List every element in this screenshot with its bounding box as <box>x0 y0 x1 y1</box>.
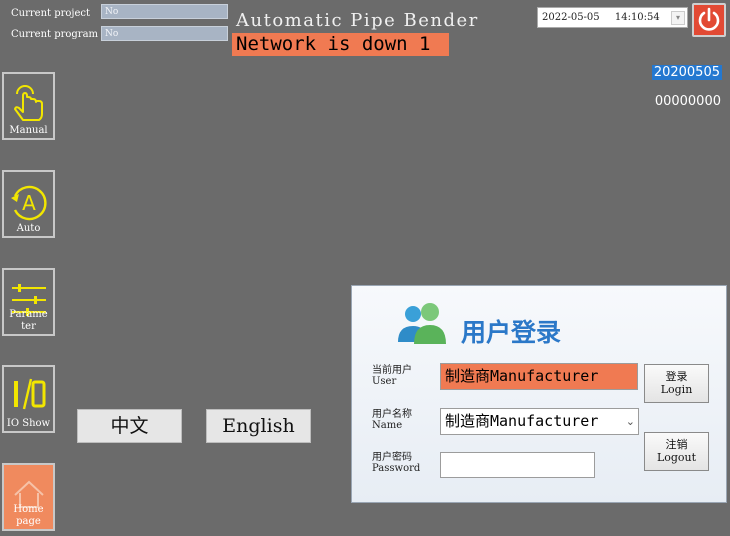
auto-a-icon: A <box>10 185 47 221</box>
nav-manual-button[interactable]: Manual <box>2 72 55 140</box>
current-project-field: No <box>101 4 228 19</box>
user-name-selected: 制造商Manufacturer <box>445 412 599 430</box>
current-user-field: 制造商Manufacturer <box>440 363 638 390</box>
nav-parameter-label: Parame ter <box>4 309 53 333</box>
current-user-label: 当前用户 User <box>372 365 412 387</box>
current-user-label-en: User <box>372 376 397 387</box>
network-status-banner: Network is down 1 <box>232 33 449 56</box>
current-program-label: Current program <box>11 29 99 40</box>
login-title: 用户登录 <box>461 318 562 347</box>
user-name-label: 用户名称 Name <box>372 409 412 431</box>
login-button-cn: 登录 <box>665 370 688 383</box>
password-label: 用户密码 Password <box>372 452 420 474</box>
datetime-picker[interactable]: 2022-05-05 14:10:54 ▾ <box>537 7 688 28</box>
nav-auto-button[interactable]: A Auto <box>2 170 55 238</box>
dropdown-arrow-icon[interactable]: ▾ <box>671 11 685 25</box>
users-icon <box>398 303 446 344</box>
hand-pointer-icon <box>13 85 43 121</box>
app-title: Automatic Pipe Bender <box>236 10 479 31</box>
power-button[interactable] <box>692 3 726 37</box>
logout-button-en: Logout <box>656 451 697 464</box>
nav-io-show-label: IO Show <box>6 418 51 429</box>
current-program-field: No <box>101 26 228 41</box>
login-button[interactable]: 登录 Login <box>644 364 709 403</box>
nav-manual-label: Manual <box>9 125 48 136</box>
language-chinese-button[interactable]: 中文 <box>77 409 182 443</box>
io-icon <box>13 378 45 410</box>
chevron-down-icon[interactable]: ⌄ <box>626 409 635 434</box>
nav-home-label-line1: Home <box>13 504 44 515</box>
language-english-button[interactable]: English <box>206 409 311 443</box>
login-dialog: 用户登录 当前用户 User 制造商Manufacturer 用户名称 Name… <box>351 285 727 503</box>
current-project-label: Current project <box>11 8 91 19</box>
nav-auto-label: Auto <box>16 223 41 234</box>
login-button-en: Login <box>660 383 693 396</box>
password-input[interactable] <box>440 452 595 478</box>
nav-io-show-button[interactable]: IO Show <box>2 365 55 433</box>
nav-parameter-label-line1: Parame <box>9 309 48 320</box>
password-label-cn: 用户密码 <box>372 452 412 463</box>
nav-home-label: Home page <box>4 504 53 528</box>
user-name-select[interactable]: 制造商Manufacturer ⌄ <box>440 408 639 435</box>
logout-button[interactable]: 注销 Logout <box>644 432 709 471</box>
svg-text:A: A <box>22 191 36 215</box>
current-user-label-cn: 当前用户 <box>372 365 412 376</box>
serial-code: 00000000 <box>654 94 721 109</box>
time-text: 14:10:54 <box>614 12 660 23</box>
date-text: 2022-05-05 <box>542 12 600 23</box>
version-code: 20200505 <box>651 65 722 80</box>
user-name-label-cn: 用户名称 <box>372 409 412 420</box>
user-name-label-en: Name <box>372 420 403 431</box>
nav-parameter-label-line2: ter <box>21 321 36 332</box>
password-label-en: Password <box>372 463 421 474</box>
logout-button-cn: 注销 <box>665 438 688 451</box>
nav-home-label-line2: page <box>16 516 41 527</box>
nav-home-button[interactable]: Home page <box>2 463 55 531</box>
nav-parameter-button[interactable]: Parame ter <box>2 268 55 336</box>
power-icon <box>698 7 720 31</box>
